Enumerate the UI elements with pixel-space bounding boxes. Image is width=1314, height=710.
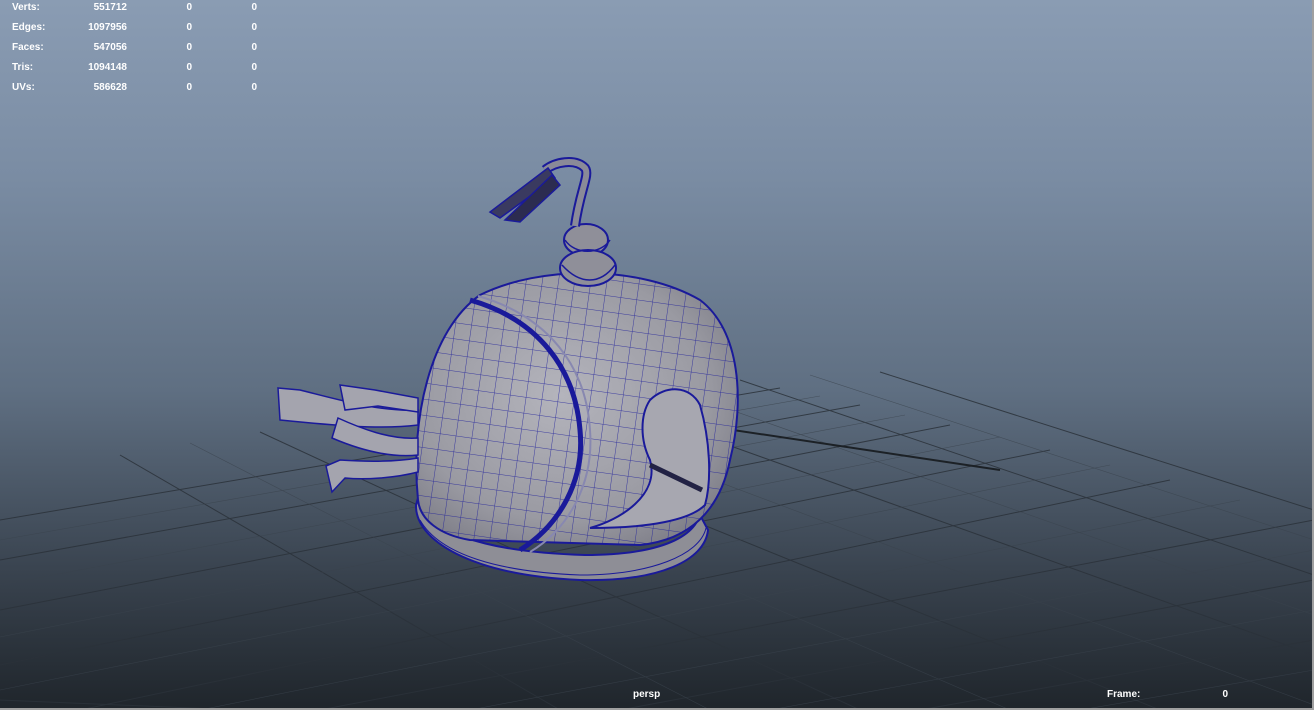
hud-value: 0 — [251, 22, 257, 33]
hud-value: 0 — [186, 82, 192, 93]
hud-row-tris: Tris: 1094148 0 0 — [0, 62, 270, 74]
hud-value: 0 — [186, 42, 192, 53]
hud-value: 0 — [251, 42, 257, 53]
hud-value: 0 — [186, 2, 192, 13]
3d-viewport[interactable]: Verts: 551712 0 0 Edges: 1097956 0 0 Fac… — [0, 0, 1314, 710]
hud-label: Verts: — [12, 2, 40, 13]
hud-row-faces: Faces: 547056 0 0 — [0, 42, 270, 54]
hud-value: 0 — [186, 22, 192, 33]
hud-label: UVs: — [12, 82, 35, 93]
hud-row-edges: Edges: 1097956 0 0 — [0, 22, 270, 34]
hud-value: 1097956 — [88, 22, 127, 33]
frame-label: Frame: — [1107, 689, 1141, 700]
hud-value: 547056 — [93, 42, 127, 53]
hud-label: Tris: — [12, 62, 34, 73]
hud-row-verts: Verts: 551712 0 0 — [0, 2, 270, 14]
helmet-mesh — [277, 157, 739, 582]
hud-value: 1094148 — [88, 62, 127, 73]
hud-value: 0 — [251, 62, 257, 73]
hud-value: 551712 — [93, 2, 127, 13]
hud-row-uvs: UVs: 586628 0 0 — [0, 82, 270, 94]
hud-label: Edges: — [12, 22, 46, 33]
camera-name-label: persp — [633, 689, 661, 700]
hud-value: 0 — [251, 2, 257, 13]
hud-value: 0 — [186, 62, 192, 73]
hud-value: 0 — [251, 82, 257, 93]
scene-canvas[interactable] — [0, 0, 1314, 710]
hud-value: 586628 — [93, 82, 127, 93]
hud-label: Faces: — [12, 42, 44, 53]
frame-number: 0 — [1222, 689, 1228, 700]
